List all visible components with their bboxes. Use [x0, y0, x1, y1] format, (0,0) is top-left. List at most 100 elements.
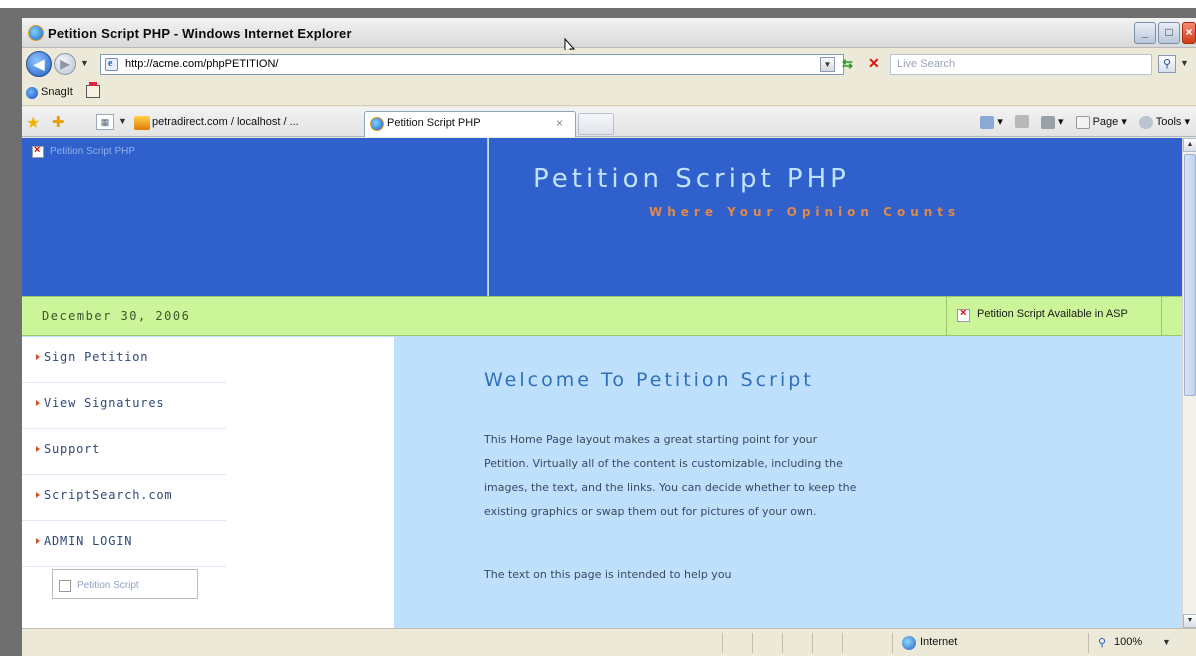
snagit-button[interactable]: SnagIt — [41, 86, 73, 98]
globe-icon — [902, 636, 916, 650]
bullet-icon — [36, 492, 40, 498]
maximize-icon: □ — [1165, 25, 1173, 39]
status-divider — [722, 633, 723, 653]
add-favorites-icon[interactable]: ✚ — [52, 113, 65, 131]
page-viewport: Petition Script PHP Petition Script PHP … — [22, 138, 1182, 628]
tab-list-dropdown[interactable]: ▼ — [118, 116, 127, 126]
tab-label: petradirect.com / localhost / ... — [152, 116, 299, 128]
scroll-thumb[interactable] — [1184, 154, 1196, 396]
welcome-paragraph: This Home Page layout makes a great star… — [484, 433, 857, 518]
tab-close-icon[interactable]: × — [556, 116, 563, 130]
search-button[interactable]: ⚲ — [1158, 55, 1176, 73]
bullet-icon — [36, 400, 40, 406]
internet-explorer-icon — [370, 117, 384, 131]
snagit-icon[interactable] — [26, 87, 38, 99]
back-arrow-icon: ◀ — [33, 56, 45, 72]
address-input[interactable]: http://acme.com/phpPETITION/ — [125, 58, 278, 70]
sidebar-nav: Sign Petition View Signatures Support Sc… — [22, 337, 394, 628]
nav-item-support[interactable]: Support — [22, 429, 226, 475]
search-input[interactable]: Live Search — [890, 54, 1152, 75]
screen-frame-top — [0, 8, 1196, 18]
quick-tabs-button[interactable]: ▦ — [96, 114, 114, 130]
nav-item-view-signatures[interactable]: View Signatures — [22, 383, 226, 429]
window-controls: _ □ × — [1134, 22, 1196, 44]
home-icon — [980, 115, 995, 129]
back-button[interactable]: ◀ — [26, 51, 52, 77]
page-menu[interactable]: Page ▾ — [1075, 115, 1127, 129]
search-icon: ⚲ — [1162, 58, 1172, 70]
close-button[interactable]: × — [1182, 22, 1196, 44]
print-button[interactable]: ▾ — [1040, 115, 1064, 129]
feeds-icon — [1014, 115, 1029, 129]
status-divider — [842, 633, 843, 653]
zoom-dropdown[interactable]: ▼ — [1162, 637, 1171, 647]
zoom-level[interactable]: 100% — [1114, 636, 1142, 648]
asp-notice[interactable]: Petition Script Available in ASP — [946, 297, 1162, 335]
command-bar: ▾ ▾ Page ▾ Tools ▾ — [980, 115, 1190, 129]
feeds-button[interactable] — [1014, 115, 1029, 129]
screen-frame-left — [0, 8, 22, 656]
status-divider — [752, 633, 753, 653]
header-banner: Petition Script PHP Where Your Opinion C… — [489, 138, 1182, 296]
broken-image-icon — [957, 307, 970, 322]
status-divider — [1088, 633, 1089, 653]
home-button[interactable]: ▾ — [980, 115, 1003, 129]
broken-image-icon — [32, 144, 44, 158]
asp-notice-text[interactable]: Petition Script Available in ASP — [977, 308, 1128, 320]
nav-item-sign-petition[interactable]: Sign Petition — [22, 337, 226, 383]
page-icon: e — [105, 58, 118, 71]
tab-bar: ★ ✚ ▦ ▼ petradirect.com / localhost / ..… — [22, 107, 1196, 137]
security-zone-label: Internet — [920, 636, 958, 648]
nav-item-label[interactable]: Support — [44, 442, 100, 456]
bullet-icon — [36, 354, 40, 360]
tools-menu-label: Tools — [1155, 116, 1182, 128]
nav-item-label[interactable]: ScriptSearch.com — [44, 488, 172, 502]
nav-item-scriptsearch[interactable]: ScriptSearch.com — [22, 475, 226, 521]
main-content: Welcome To Petition Script This Home Pag… — [394, 337, 1182, 628]
forward-button[interactable]: ▶ — [54, 53, 76, 75]
internet-explorer-icon — [28, 25, 44, 41]
broken-image-icon — [59, 580, 71, 592]
screen-top-edge — [0, 0, 1196, 8]
bullet-icon — [36, 538, 40, 544]
links-toolbar: SnagIt — [22, 80, 1196, 106]
tools-menu[interactable]: Tools ▾ — [1138, 115, 1190, 129]
favorites-star-icon[interactable]: ★ — [26, 113, 40, 133]
status-divider — [812, 633, 813, 653]
address-toolbar: ◀ ▶ ▼ e http://acme.com/phpPETITION/ ▼ ⇆… — [22, 50, 1196, 78]
tab-petition-script[interactable]: Petition Script PHP × — [364, 111, 576, 137]
stop-button[interactable]: ✕ — [868, 55, 880, 72]
browser-window: Petition Script PHP - Windows Internet E… — [22, 18, 1196, 656]
zoom-icon[interactable]: ⚲ — [1098, 636, 1106, 649]
search-options-dropdown[interactable]: ▼ — [1180, 58, 1189, 68]
refresh-button[interactable]: ⇆ — [842, 56, 853, 72]
status-bar: Internet ⚲ 100% ▼ — [22, 628, 1196, 656]
scroll-down-button[interactable]: ▼ — [1183, 614, 1196, 628]
nav-item-admin-login[interactable]: ADMIN LOGIN — [22, 521, 226, 567]
phpmyadmin-icon — [134, 116, 150, 130]
page-icon — [1075, 115, 1090, 129]
snagit-capture-icon[interactable] — [86, 82, 100, 98]
current-date: December 30, 2006 — [42, 309, 191, 323]
forward-arrow-icon: ▶ — [60, 57, 70, 71]
maximize-button[interactable]: □ — [1158, 22, 1180, 44]
sidebar-image: Petition Script — [52, 569, 198, 599]
scroll-up-button[interactable]: ▲ — [1183, 138, 1196, 152]
minimize-icon: _ — [1141, 25, 1149, 39]
nav-item-label[interactable]: ADMIN LOGIN — [44, 534, 132, 548]
window-title: Petition Script PHP - Windows Internet E… — [48, 26, 352, 41]
recent-pages-dropdown[interactable]: ▼ — [80, 58, 89, 68]
address-dropdown-button[interactable]: ▼ — [820, 57, 835, 72]
status-divider — [782, 633, 783, 653]
page-menu-label: Page — [1092, 116, 1119, 128]
vertical-scrollbar[interactable]: ▲ ▼ — [1182, 138, 1196, 628]
tab-petradirect[interactable]: petradirect.com / localhost / ... — [128, 111, 360, 136]
new-tab-button[interactable] — [578, 113, 614, 135]
minimize-button[interactable]: _ — [1134, 22, 1156, 44]
nav-item-label[interactable]: Sign Petition — [44, 350, 148, 364]
close-icon: × — [1185, 25, 1193, 39]
address-bar[interactable]: e http://acme.com/phpPETITION/ — [100, 54, 844, 75]
nav-item-label[interactable]: View Signatures — [44, 396, 164, 410]
site-tagline: Where Your Opinion Counts — [649, 205, 961, 219]
bullet-icon — [36, 446, 40, 452]
